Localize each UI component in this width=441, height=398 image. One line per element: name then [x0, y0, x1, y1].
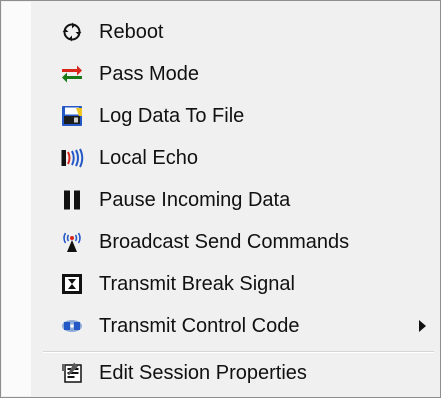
log-file-icon-svg: [62, 106, 82, 126]
menu-item-pause-incoming-data[interactable]: Pause Incoming Data: [31, 181, 434, 219]
pause-icon: [51, 181, 93, 219]
menu-item-label: Pass Mode: [99, 63, 200, 85]
menu-item-label: Edit Session Properties: [99, 362, 307, 384]
menu-item-edit-session-properties[interactable]: Edit Session Properties: [31, 354, 434, 392]
reboot-icon-svg: [62, 22, 82, 42]
control-code-icon-svg: [62, 320, 82, 332]
local-echo-icon-svg: [61, 148, 84, 168]
context-menu: Reboot Pass Mode Log Data To File Local …: [0, 0, 441, 398]
local-echo-icon: [51, 139, 93, 177]
menu-item-label: Transmit Control Code: [99, 315, 300, 337]
menu-item-transmit-break-signal[interactable]: Transmit Break Signal: [31, 265, 434, 303]
broadcast-antenna-icon: [51, 223, 93, 261]
pass-mode-arrows-icon: [51, 55, 93, 93]
reboot-icon: [51, 13, 93, 51]
break-signal-icon: [51, 265, 93, 303]
control-code-icon: [51, 307, 93, 345]
pass-mode-arrows-icon-svg: [62, 65, 82, 83]
menu-item-log-data-to-file[interactable]: Log Data To File: [31, 97, 434, 135]
menu-item-label: Local Echo: [99, 147, 198, 169]
menu-item-label: Pause Incoming Data: [99, 189, 291, 211]
broadcast-antenna-icon-svg: [63, 232, 81, 252]
session-properties-icon: [51, 354, 93, 392]
menu-item-pass-mode[interactable]: Pass Mode: [31, 55, 434, 93]
menu-item-transmit-control-code[interactable]: Transmit Control Code: [31, 307, 434, 345]
log-file-icon: [51, 97, 93, 135]
session-properties-icon-svg: [62, 362, 82, 383]
menu-item-label: Broadcast Send Commands: [99, 231, 350, 253]
break-signal-icon-svg: [62, 274, 82, 294]
pause-icon-svg: [64, 190, 80, 210]
menu-items: Reboot Pass Mode Log Data To File Local …: [1, 1, 440, 397]
menu-item-broadcast-send-commands[interactable]: Broadcast Send Commands: [31, 223, 434, 261]
menu-item-label: Transmit Break Signal: [99, 273, 295, 295]
menu-separator: [43, 351, 434, 353]
menu-item-label: Reboot: [99, 21, 164, 43]
menu-item-reboot[interactable]: Reboot: [31, 13, 434, 51]
menu-item-label: Log Data To File: [99, 105, 245, 127]
menu-item-local-echo[interactable]: Local Echo: [31, 139, 434, 177]
submenu-arrow-icon: [419, 320, 426, 332]
